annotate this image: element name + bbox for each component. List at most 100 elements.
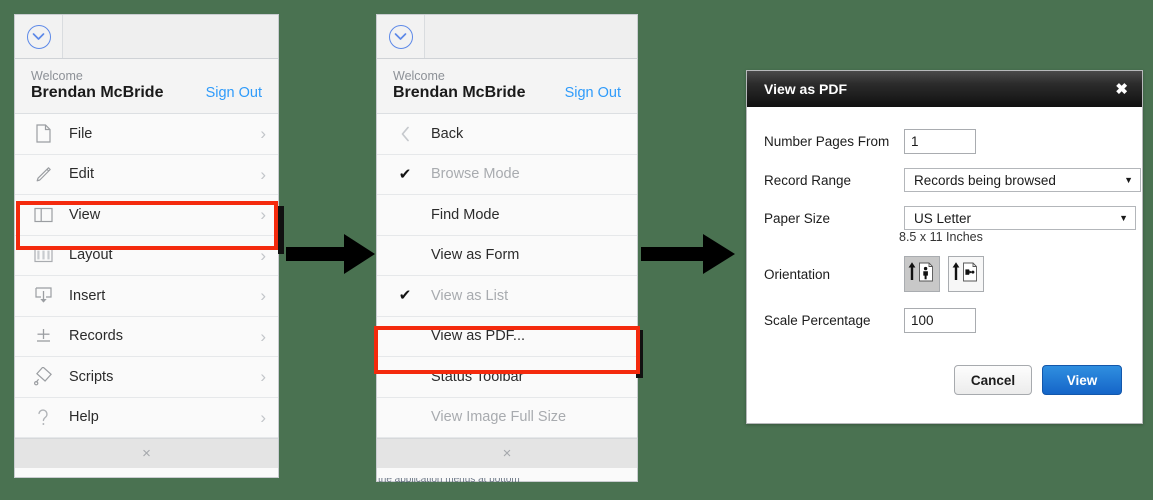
menu-item-label: Help (69, 409, 99, 426)
menu-item-label: View as List (431, 287, 509, 304)
checkmark-icon: ✔ (398, 165, 412, 183)
stamp-icon (29, 366, 57, 388)
menu-item-insert[interactable]: Insert › (15, 276, 278, 317)
panel2-close-footer[interactable]: × (377, 438, 637, 468)
menu-item-label: View Image Full Size (431, 409, 567, 426)
chevron-right-icon: › (260, 326, 266, 346)
chevron-right-icon: › (260, 367, 266, 387)
checkmark-icon: ✔ (398, 287, 412, 305)
menu-item-label: View as PDF... (431, 328, 526, 345)
arrow-panel2-to-dialog (641, 232, 736, 283)
field-scale-percentage: Scale Percentage 100 (747, 308, 1142, 333)
arrow-panel1-to-panel2 (286, 232, 376, 283)
field-number-pages-from: Number Pages From 1 (747, 129, 1142, 154)
menu-item-label: File (69, 125, 93, 142)
panel2-welcome-block: Welcome Brendan McBride Sign Out (377, 59, 637, 114)
record-range-label: Record Range (764, 172, 852, 188)
portrait-orientation-button[interactable] (904, 256, 940, 292)
menu-item-edit[interactable]: Edit › (15, 154, 278, 195)
panel2-menu-toggle-button[interactable] (377, 15, 425, 58)
menu-item-label: Scripts (69, 368, 114, 385)
cancel-button[interactable]: Cancel (954, 365, 1032, 395)
panel2-topbar-blank (425, 15, 637, 58)
filmstrip-icon (29, 244, 57, 266)
close-icon[interactable]: ✖ (1115, 80, 1128, 98)
panel1-sign-out-link[interactable]: Sign Out (206, 85, 262, 101)
insert-box-icon (29, 285, 57, 307)
menu-item-view-as-form[interactable]: View as Form (377, 235, 637, 276)
panels-icon (29, 204, 57, 226)
close-icon: × (502, 445, 512, 462)
dialog-title: View as PDF (764, 81, 848, 97)
chevron-right-icon: › (260, 164, 266, 184)
menu-item-records[interactable]: Records › (15, 316, 278, 357)
chevron-down-circle-icon (388, 24, 413, 49)
menu-panel-main: Welcome Brendan McBride Sign Out File › … (14, 14, 279, 478)
portrait-orientation-icon (907, 259, 937, 290)
panel2-welcome-label: Welcome (393, 69, 445, 83)
scale-percentage-label: Scale Percentage (764, 313, 871, 328)
panel1-topbar (15, 15, 278, 59)
paper-size-label: Paper Size (764, 210, 831, 226)
menu-item-view-image-full-size: View Image Full Size (377, 397, 637, 438)
panel1-user-name: Brendan McBride (31, 84, 164, 101)
menu-item-label: Records (69, 328, 123, 345)
blank-icon-slot (391, 366, 419, 388)
dialog-title-bar: View as PDF ✖ (747, 71, 1142, 107)
scale-percentage-input[interactable]: 100 (904, 308, 976, 333)
menu-item-file[interactable]: File › (15, 114, 278, 155)
menu-item-label: Edit (69, 166, 94, 183)
number-pages-from-input[interactable]: 1 (904, 129, 976, 154)
menu-item-label: Status Toolbar (431, 368, 524, 385)
record-range-select[interactable]: Records being browsed ▼ (904, 168, 1141, 192)
blank-icon-slot (391, 204, 419, 226)
chevron-right-icon: › (260, 205, 266, 225)
panel1-menu-toggle-button[interactable] (15, 15, 63, 58)
menu-item-label: Browse Mode (431, 166, 520, 183)
field-record-range: Record Range Records being browsed ▼ (747, 168, 1142, 192)
panel2-user-name: Brendan McBride (393, 84, 526, 101)
close-icon: × (142, 445, 151, 462)
landscape-orientation-button[interactable] (948, 256, 984, 292)
blank-icon-slot (391, 406, 419, 428)
panel1-welcome-label: Welcome (31, 69, 83, 83)
document-icon (29, 123, 57, 145)
plus-line-icon (29, 325, 57, 347)
panel2-topbar (377, 15, 637, 59)
number-pages-from-label: Number Pages From (764, 134, 890, 149)
panel1-close-footer[interactable]: × (15, 438, 278, 468)
panel1-topbar-blank (63, 15, 278, 58)
menu-item-label: View (69, 206, 101, 223)
field-orientation: Orientation (747, 256, 1142, 292)
chevron-right-icon: › (260, 245, 266, 265)
chevron-down-icon: ▼ (1119, 213, 1128, 223)
paper-size-select[interactable]: US Letter ▼ (904, 206, 1136, 230)
menu-item-view-as-list[interactable]: ✔ View as List (377, 276, 637, 317)
chevron-right-icon: › (260, 286, 266, 306)
view-button[interactable]: View (1042, 365, 1122, 395)
view-as-pdf-dialog: View as PDF ✖ Number Pages From 1 Record… (746, 70, 1143, 424)
menu-item-label: Back (431, 125, 464, 142)
question-mark-icon (29, 406, 57, 428)
menu-item-label: View as Form (431, 247, 520, 264)
menu-item-browse-mode[interactable]: ✔ Browse Mode (377, 154, 637, 195)
blank-icon-slot (391, 244, 419, 266)
screenshot-stage: Welcome Brendan McBride Sign Out File › … (0, 0, 1153, 500)
panel2-cropped-text-sliver: the application menus at bottom (378, 478, 636, 483)
panel2-highlight-shadow (636, 330, 643, 378)
dialog-button-row: Cancel View (747, 347, 1142, 413)
pencil-icon (29, 163, 57, 185)
menu-item-status-toolbar[interactable]: Status Toolbar (377, 357, 637, 398)
menu-item-layout[interactable]: Layout › (15, 235, 278, 276)
chevron-down-icon: ▼ (1124, 175, 1133, 185)
menu-item-view-as-pdf[interactable]: View as PDF... (377, 316, 637, 357)
menu-item-view[interactable]: View › (15, 195, 278, 236)
menu-item-scripts[interactable]: Scripts › (15, 357, 278, 398)
menu-item-back[interactable]: Back (377, 114, 637, 155)
menu-item-help[interactable]: Help › (15, 397, 278, 438)
panel1-welcome-block: Welcome Brendan McBride Sign Out (15, 59, 278, 114)
panel1-highlight-shadow (278, 206, 284, 254)
menu-item-find-mode[interactable]: Find Mode (377, 195, 637, 236)
panel2-sign-out-link[interactable]: Sign Out (565, 85, 621, 101)
orientation-label: Orientation (764, 266, 831, 282)
